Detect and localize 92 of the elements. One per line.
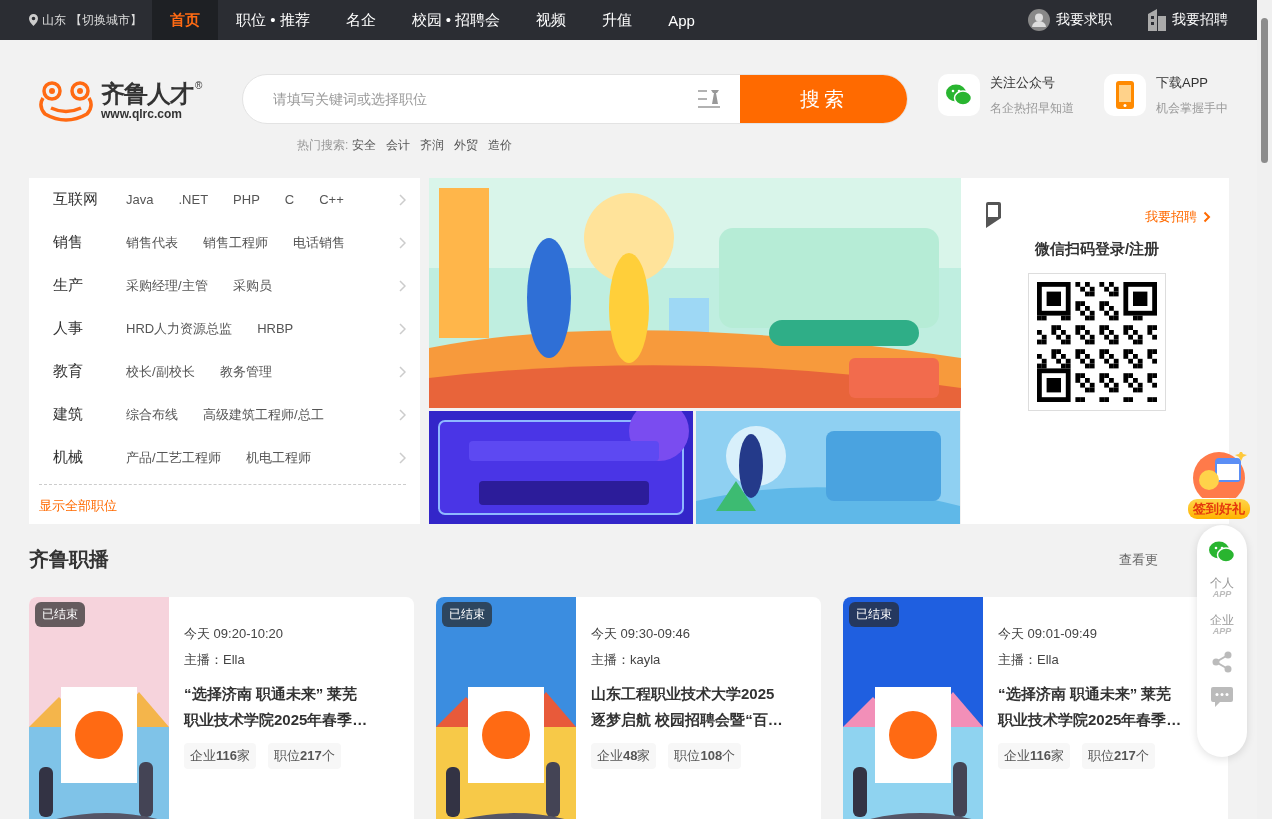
live-card[interactable]: 已结束 今天 09:20-10:20 主播：Ella “选择济南 职通未来” 莱芜 职业技术学院2025年春季… 企业116家 职位217个 (29, 597, 414, 819)
hot-search-label: 热门搜索: (297, 137, 349, 154)
chevron-right-icon (399, 279, 406, 292)
view-more-link[interactable]: 查看更 (1119, 550, 1158, 569)
job-link[interactable]: 采购员 (232, 276, 272, 295)
hot-search-link[interactable]: 齐润 (420, 137, 445, 154)
calendar-gift-icon[interactable] (1191, 452, 1247, 498)
nav-tab[interactable]: 首页 (152, 0, 218, 40)
nav-tab[interactable]: 升值 (584, 0, 651, 40)
chevron-right-icon (399, 322, 406, 335)
job-link[interactable]: 校长/副校长 (126, 362, 195, 381)
live-title[interactable]: “选择济南 职通未来” 莱芜 职业技术学院2025年春季… (184, 681, 368, 733)
category-name[interactable]: 人事 (53, 319, 126, 338)
status-badge: 已结束 (35, 602, 85, 627)
registered-mark: ® (195, 80, 203, 91)
logo-name: 齐鲁人才 (101, 82, 193, 106)
category-name[interactable]: 互联网 (53, 190, 126, 209)
host-text: 主播：Ella (184, 651, 246, 669)
job-link[interactable]: HRBP (257, 321, 294, 336)
position-count: 职位217个 (268, 743, 341, 769)
category-name[interactable]: 机械 (53, 448, 126, 467)
job-link[interactable]: C++ (319, 192, 344, 207)
location-pin-icon (29, 14, 38, 26)
category-name[interactable]: 教育 (53, 362, 126, 381)
position-count: 职位217个 (1082, 743, 1155, 769)
hot-search-link[interactable]: 会计 (386, 137, 411, 154)
location-text: 山东 (42, 11, 66, 29)
job-link[interactable]: HRD人力资源总监 (126, 319, 233, 338)
company-count: 企业116家 (184, 743, 256, 769)
host-text: 主播：kayla (591, 651, 662, 669)
phone-icon[interactable] (983, 202, 1001, 228)
job-link[interactable]: 高级建筑工程师/总工 (203, 405, 324, 424)
chat-icon[interactable] (1211, 687, 1233, 708)
building-icon (1148, 9, 1166, 31)
nav-tab[interactable]: App (650, 0, 713, 40)
logo-url: www.qlrc.com (101, 108, 183, 120)
live-time: 今天 09:20-10:20 (184, 625, 284, 643)
hot-search-link[interactable]: 安全 (352, 137, 377, 154)
share-icon[interactable] (1211, 651, 1233, 674)
live-time: 今天 09:30-09:46 (591, 625, 691, 643)
job-link[interactable]: PHP (233, 192, 260, 207)
promo-title[interactable]: 关注公众号 (990, 74, 1074, 92)
status-badge: 已结束 (849, 602, 899, 627)
job-link[interactable]: 销售代表 (126, 233, 178, 252)
promo-subtitle: 机会掌握手中 (1156, 100, 1228, 117)
company-count: 企业116家 (998, 743, 1070, 769)
nav-tab[interactable]: 名企 (327, 0, 394, 40)
switch-city-link[interactable]: 【切换城市】 (70, 11, 142, 29)
job-link[interactable]: 产品/工艺工程师 (126, 448, 221, 467)
job-link[interactable]: .NET (178, 192, 209, 207)
chevron-right-icon (399, 365, 406, 378)
live-time: 今天 09:01-09:49 (998, 625, 1098, 643)
wechat-icon[interactable] (1209, 541, 1235, 563)
host-text: 主播：Ella (998, 651, 1060, 669)
chevron-right-icon (399, 193, 406, 206)
hot-search-link[interactable]: 外贸 (454, 137, 479, 154)
job-link[interactable]: 教务管理 (219, 362, 272, 381)
status-badge: 已结束 (442, 602, 492, 627)
job-filter-icon[interactable] (698, 89, 720, 109)
chevron-right-icon (399, 451, 406, 464)
company-count: 企业48家 (591, 743, 657, 769)
user-link[interactable]: 我要招聘 (1148, 9, 1228, 31)
nav-tab[interactable]: 视频 (518, 0, 585, 40)
job-link[interactable]: Java (126, 192, 154, 207)
position-count: 职位108个 (668, 743, 742, 769)
hot-search-link[interactable]: 造价 (488, 137, 513, 154)
job-link[interactable]: 综合布线 (126, 405, 178, 424)
user-link[interactable]: 我要求职 (1028, 9, 1112, 31)
chevron-right-icon (399, 408, 406, 421)
nav-tab[interactable]: 校园 • 招聘会 (393, 0, 519, 40)
live-title[interactable]: “选择济南 职通未来” 莱芜 职业技术学院2025年春季… (998, 681, 1182, 733)
promo-subtitle: 名企热招早知道 (990, 100, 1074, 117)
promo-title[interactable]: 下载APP (1156, 74, 1228, 92)
frog-logo-icon (37, 80, 95, 122)
category-name[interactable]: 建筑 (53, 405, 126, 424)
job-link[interactable]: 机电工程师 (245, 448, 311, 467)
phone-app-icon[interactable] (1104, 74, 1146, 116)
section-title: 齐鲁职播 (29, 547, 109, 572)
chevron-right-icon (399, 236, 406, 249)
category-name[interactable]: 销售 (53, 233, 126, 252)
login-title: 微信扫码登录/注册 (1034, 240, 1160, 259)
live-card[interactable]: 已结束 今天 09:30-09:46 主播：kayla 山东工程职业技术大学2025 逐梦启航 校园招聘会暨“百… 企业48家 职位108个 (436, 597, 821, 819)
live-title[interactable]: 山东工程职业技术大学2025 逐梦启航 校园招聘会暨“百… (591, 681, 783, 733)
user-avatar-icon (1028, 9, 1050, 31)
job-link[interactable]: 销售工程师 (203, 233, 268, 252)
job-link[interactable]: 采购经理/主管 (126, 276, 208, 295)
job-link[interactable]: 电话销售 (293, 233, 345, 252)
category-name[interactable]: 生产 (53, 276, 126, 295)
wechat-icon[interactable] (938, 74, 980, 116)
chevron-right-icon (1203, 211, 1211, 223)
job-link[interactable]: C (284, 192, 295, 207)
nav-tab[interactable]: 职位 • 推荐 (218, 0, 328, 40)
